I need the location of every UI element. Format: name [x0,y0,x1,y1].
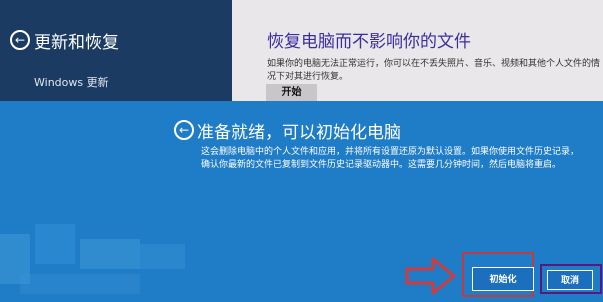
dialog-description: 这会删除电脑中的个人文件和应用，并将所有设置还原为默认设置。如果你使用文件历史记… [201,147,580,170]
back-arrow-icon[interactable]: ← [10,30,30,50]
blurred-watermark [0,214,190,302]
dialog-title: 准备就绪，可以初始化电脑 [197,123,401,143]
dialog-back-icon[interactable]: ← [174,120,194,140]
pointer-arrow-icon [405,257,456,295]
initialize-button[interactable]: 初始化 [472,267,534,291]
recovery-description: 如果你的电脑无法正常运行，你可以在不丢失照片、音乐、视频和其他个人文件的情况下对… [267,59,601,82]
settings-section-title: 更新和恢复 [34,33,119,53]
start-button[interactable]: 开始 [266,84,317,101]
sidebar-item-windows-update[interactable]: Windows 更新 [34,74,109,90]
cancel-button[interactable]: 取消 [547,270,593,290]
recovery-title: 恢复电脑而不影响你的文件 [267,32,471,52]
